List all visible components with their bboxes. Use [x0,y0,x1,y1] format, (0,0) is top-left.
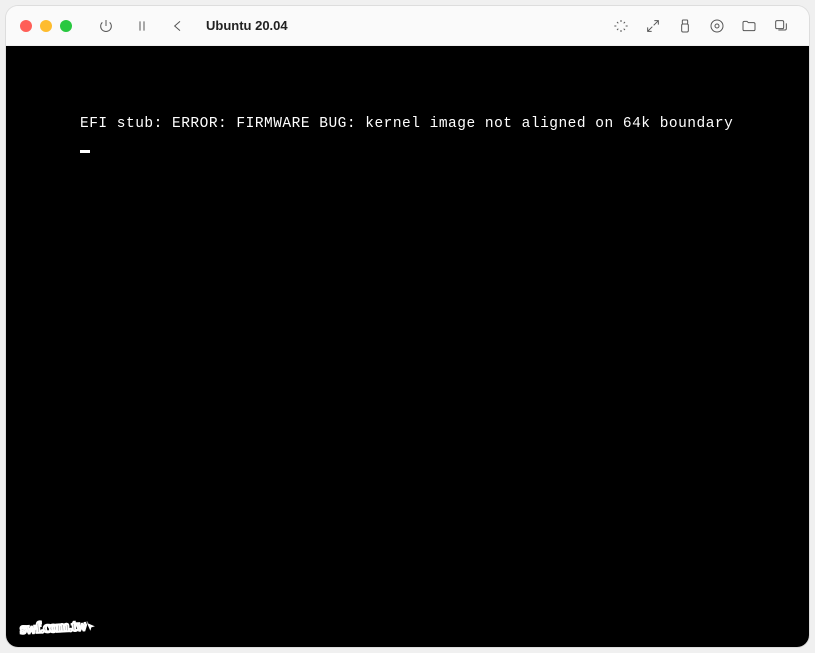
disc-button[interactable] [703,12,731,40]
pause-button[interactable] [128,12,156,40]
back-button[interactable] [164,12,192,40]
titlebar-left: Ubuntu 20.04 [20,12,288,40]
folder-icon [741,18,757,34]
disc-icon [709,18,725,34]
terminal-viewport[interactable]: EFI stub: ERROR: FIRMWARE BUG: kernel im… [6,46,809,647]
back-icon [170,18,186,34]
expand-button[interactable] [639,12,667,40]
activity-button[interactable] [607,12,635,40]
usb-icon [677,18,693,34]
windows-icon [773,18,789,34]
maximize-button[interactable] [60,20,72,32]
titlebar: Ubuntu 20.04 [6,6,809,46]
titlebar-right [607,12,795,40]
pause-icon [134,18,150,34]
watermark-pointer-icon [84,620,98,637]
minimize-button[interactable] [40,20,52,32]
power-button[interactable] [92,12,120,40]
activity-icon [613,18,629,34]
expand-icon [645,18,661,34]
windows-button[interactable] [767,12,795,40]
folder-button[interactable] [735,12,763,40]
power-icon [98,18,114,34]
usb-button[interactable] [671,12,699,40]
vm-window: Ubuntu 20.04 [6,6,809,647]
terminal-output-line: EFI stub: ERROR: FIRMWARE BUG: kernel im… [80,116,809,132]
traffic-lights [20,20,72,32]
watermark-text: swf.com.tw [20,617,87,638]
window-title: Ubuntu 20.04 [206,18,288,33]
terminal-cursor [80,150,90,153]
close-button[interactable] [20,20,32,32]
